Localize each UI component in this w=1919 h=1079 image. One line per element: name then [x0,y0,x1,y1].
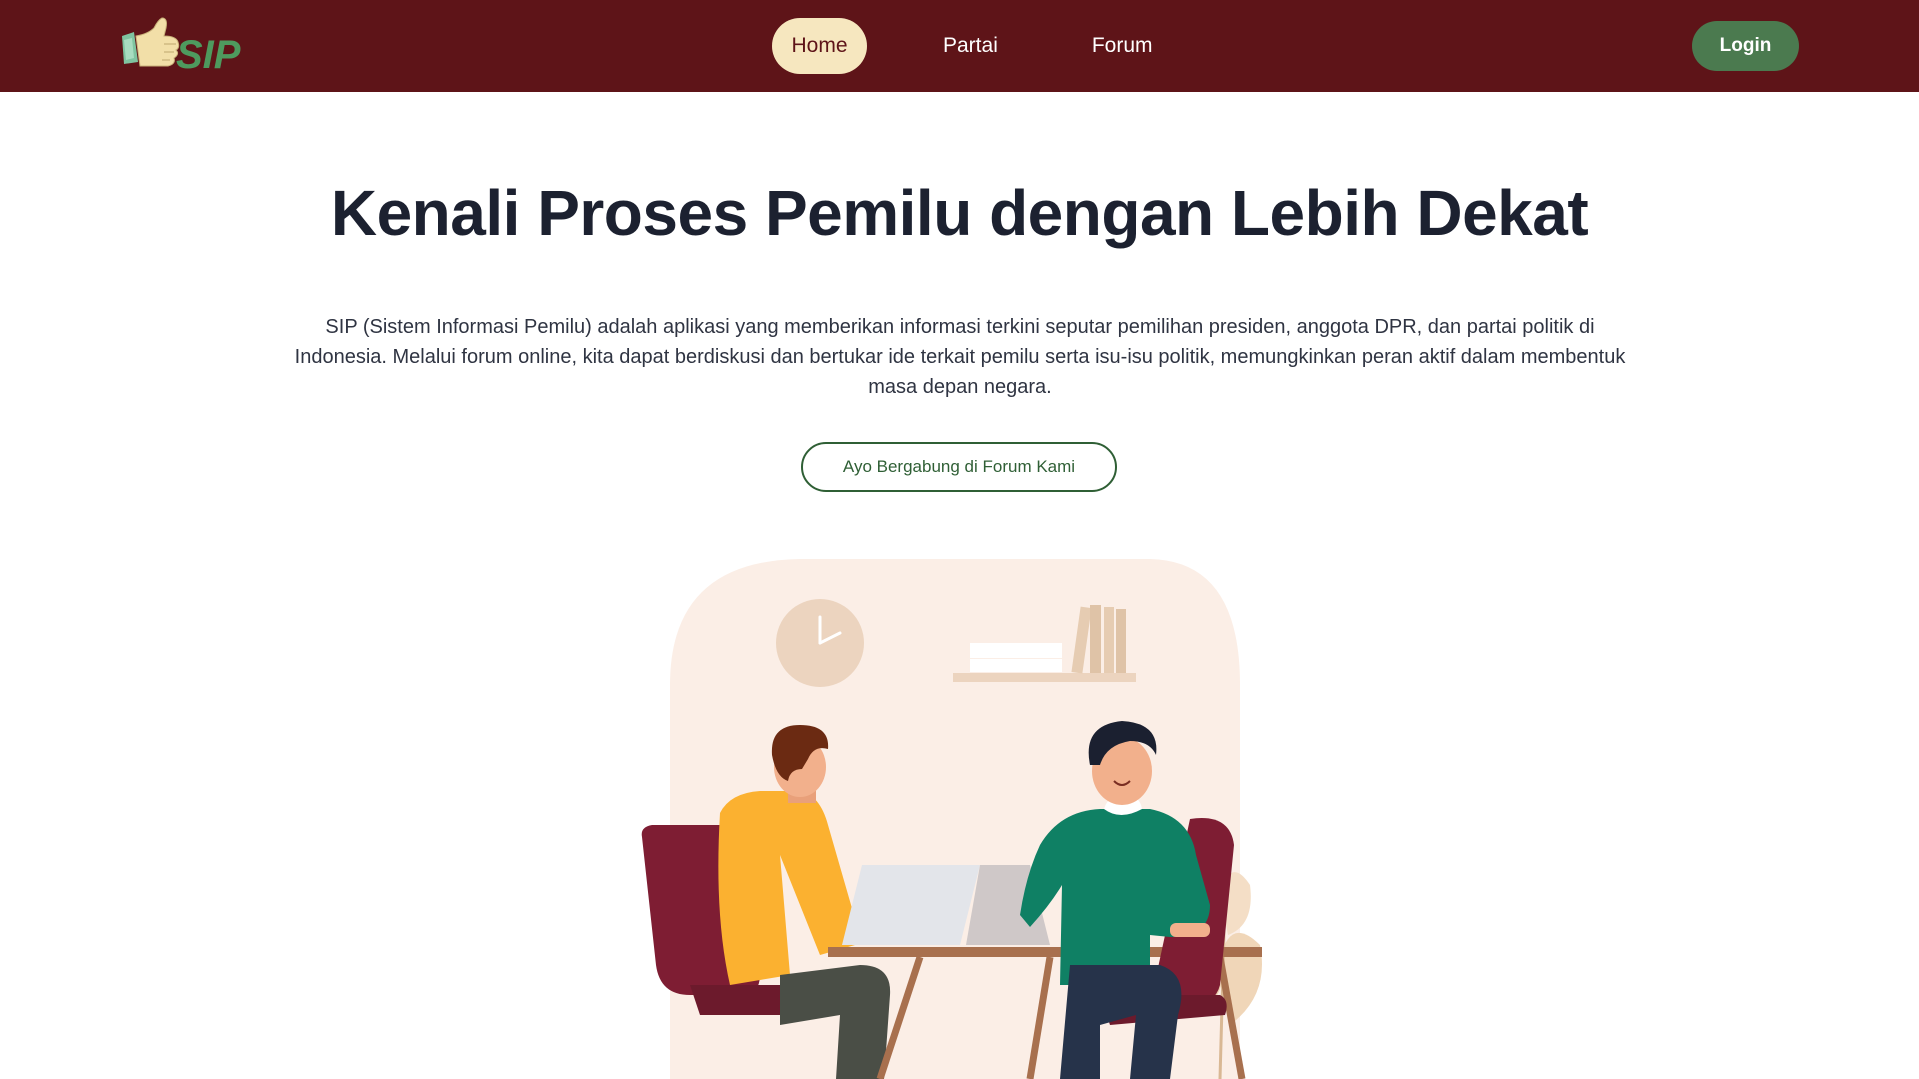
discussion-illustration [641,559,1262,1079]
clock-icon [776,599,864,687]
hero-title: Kenali Proses Pemilu dengan Lebih Dekat [330,177,1589,249]
sip-logo-text: SIP [176,33,241,76]
nav-home[interactable]: Home [772,18,867,74]
join-forum-button[interactable]: Ayo Bergabung di Forum Kami [801,442,1117,492]
navbar: SIP Home Partai Forum Login [0,0,1919,92]
hero-description: SIP (Sistem Informasi Pemilu) adalah apl… [294,316,1626,398]
nav-forum[interactable]: Forum [1074,18,1171,74]
sip-logo[interactable]: SIP [118,14,250,76]
nav-partai[interactable]: Partai [925,18,1016,74]
login-button[interactable]: Login [1692,21,1799,71]
main-nav: Home Partai Forum [772,18,1171,74]
